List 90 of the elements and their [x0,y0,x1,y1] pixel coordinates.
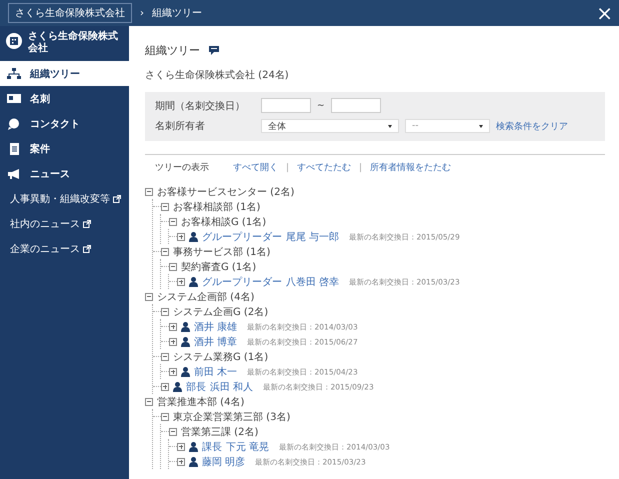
page-title: 組織ツリー [145,42,200,58]
job-title: 課長 [202,440,222,454]
collapse-toggle[interactable] [145,292,153,300]
person-icon [189,456,198,466]
collapse-toggle[interactable] [145,188,153,196]
expand-toggle[interactable] [169,338,177,346]
person-name-link[interactable]: 八巻田 啓幸 [286,274,340,288]
department-label[interactable]: 営業第三課 (2名) [181,424,258,438]
person-name-link[interactable]: 藤岡 明彦 [202,454,246,468]
field-label: 名刺所有者 [155,120,206,133]
external-link-icon [83,220,91,228]
department-label[interactable]: システム業務G (1名) [173,350,268,364]
sidebar-item[interactable]: 企業のニュース [0,236,129,261]
range-separator: ~ [317,100,325,110]
person-icon [173,382,182,392]
expand-toggle[interactable] [161,382,169,390]
date-input[interactable] [330,98,381,113]
collapse-toggle[interactable] [169,218,177,226]
document-icon [7,142,21,154]
department-label[interactable]: 東京企業営業第三部 (3名) [173,410,290,424]
person-name-link[interactable]: 尾尾 与一郎 [286,230,340,244]
external-link-icon [113,194,121,202]
person-name-link[interactable]: 酒井 康雄 [194,320,238,334]
collapse-toggle[interactable] [145,398,153,406]
person-icon [189,442,198,452]
sidebar-item[interactable]: 名刺 [0,86,129,111]
sidebar-item[interactable]: ニュース [0,161,129,186]
date-input[interactable] [261,98,311,113]
person-name-link[interactable]: 酒井 博章 [194,334,238,348]
collapse-toggle[interactable] [161,308,169,316]
department-label[interactable]: 営業推進本部 (4名) [157,394,244,408]
sidebar-item[interactable]: コンタクト [0,111,129,136]
tree-toggle-link[interactable]: 所有者情報をたたむ [370,161,452,174]
chat-bubble-icon [7,118,21,130]
collapse-toggle[interactable] [169,428,177,436]
collapse-toggle[interactable] [161,412,169,420]
sidebar-item[interactable]: 組織ツリー [0,61,129,86]
id-card-icon [7,92,21,104]
tree-toggle-link[interactable]: すべてたたむ [297,161,352,174]
collapse-toggle[interactable] [161,352,169,360]
person-icon [189,232,198,242]
building-icon [6,33,22,49]
department-label[interactable]: システム企画部 (4名) [157,290,254,304]
collapse-toggle[interactable] [161,248,169,256]
close-button[interactable]: × [596,3,613,23]
job-title: グループリーダー [202,230,282,244]
department-label[interactable]: お客様相談G (1名) [181,214,266,228]
job-title: 部長 [186,380,206,394]
company-name: さくら生命保険株式会社 [28,31,119,55]
clear-filter-link[interactable]: 検索条件をクリア [496,120,568,132]
external-link-icon [83,244,91,252]
department-label[interactable]: お客様相談部 (1名) [173,200,260,214]
person-icon [189,276,198,286]
megaphone-icon [7,168,21,180]
sidebar-item[interactable]: 社内のニュース [0,211,129,236]
expand-toggle[interactable] [169,322,177,330]
breadcrumb-separator: › [140,8,144,18]
expand-toggle[interactable] [169,368,177,376]
sidebar-item[interactable]: 案件 [0,136,129,161]
company-count: さくら生命保険株式会社 (24名) [145,68,290,82]
job-title: グループリーダー [202,276,282,288]
chat-icon [208,44,220,56]
link-divider: | [286,162,290,172]
field-label: 期間（名刺交換日） [155,100,246,112]
expand-toggle[interactable] [177,232,185,240]
expand-toggle[interactable] [177,442,185,450]
sidebar-item[interactable]: 人事異動・組織改変等 [0,186,129,211]
breadcrumb-link[interactable]: さくら生命保険株式会社 [8,3,132,23]
department-label[interactable]: 契約審査G (1名) [181,260,256,274]
tree-toggle-link[interactable]: すべて開く [233,161,278,174]
caret-icon [388,124,392,128]
link-divider: | [359,162,362,172]
person-icon [181,366,190,376]
department-label[interactable]: 事務サービス部 (1名) [173,244,270,258]
collapse-toggle[interactable] [161,202,169,210]
person-name-link[interactable]: 下元 竜晃 [226,440,270,454]
tree-icon [7,68,21,80]
department-label[interactable]: お客様サービスセンター (2名) [157,184,294,198]
person-icon [181,336,190,346]
expand-toggle[interactable] [177,458,185,466]
collapse-toggle[interactable] [169,262,177,270]
department-label[interactable]: システム企画G (2名) [173,304,268,318]
owner-dropdown[interactable]: 全体 [261,119,399,133]
person-name-link[interactable]: 浜田 和人 [210,380,254,394]
expand-toggle[interactable] [177,278,185,286]
tree-display-label: ツリーの表示 [155,162,209,174]
person-icon [181,322,190,332]
person-name-link[interactable]: 前田 木一 [194,364,238,378]
caret-icon [479,124,483,128]
breadcrumb-current: 組織ツリー [152,6,202,20]
